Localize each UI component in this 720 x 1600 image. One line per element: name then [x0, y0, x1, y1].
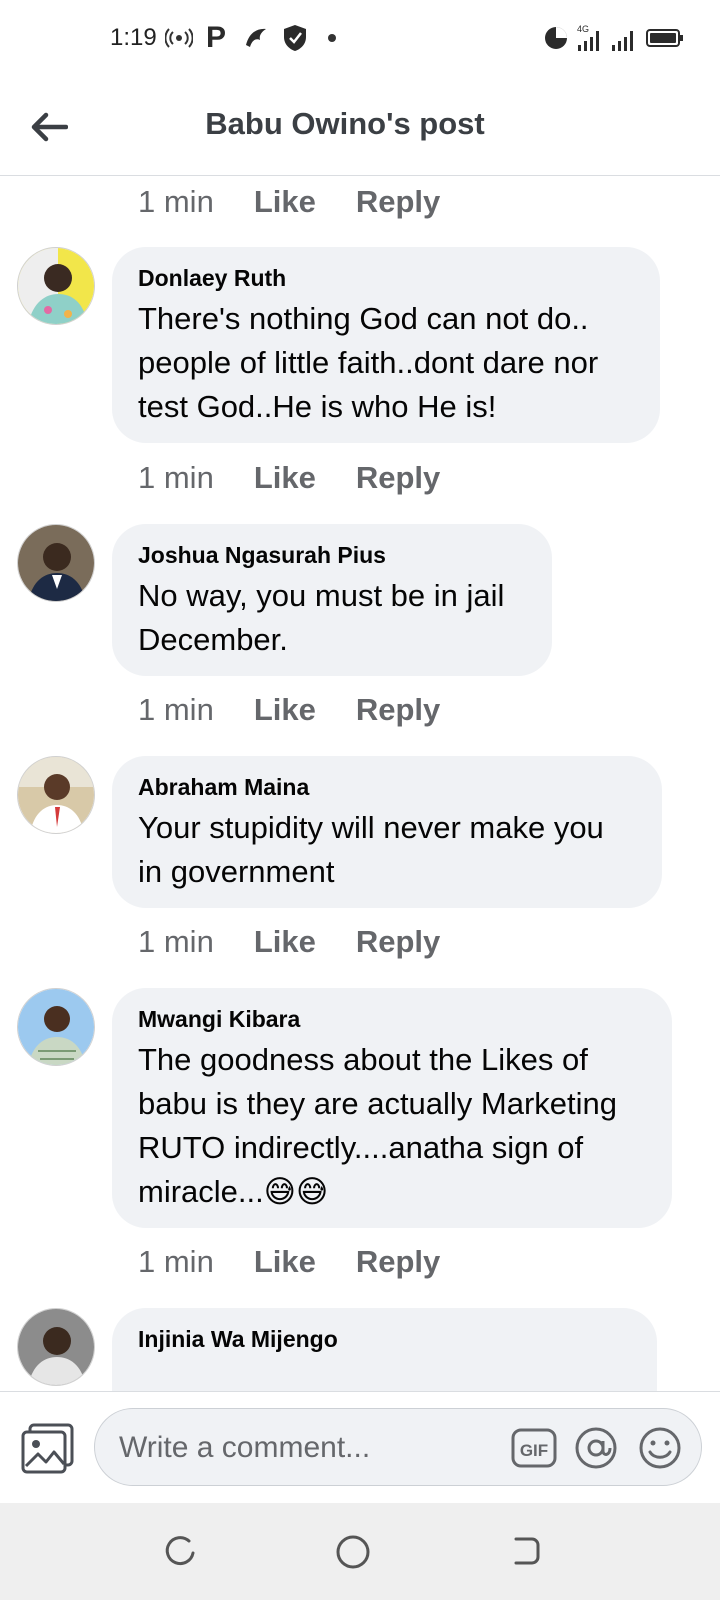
network-label: 4G — [577, 24, 589, 34]
comment-composer: Write a comment... GIF — [0, 1391, 720, 1503]
comments-feed[interactable]: 1 min Like Reply Donlaey Ruth There's no… — [0, 177, 720, 1391]
comment-bubble[interactable]: Joshua Ngasurah Pius No way, you must be… — [112, 524, 552, 676]
comment-text: There's nothing God can not do.. people … — [138, 301, 599, 424]
at-icon — [575, 1427, 617, 1469]
back-nav-icon — [514, 1537, 540, 1565]
avatar[interactable] — [17, 988, 95, 1066]
like-button[interactable]: Like — [254, 184, 316, 220]
comment-author[interactable]: Abraham Maina — [138, 772, 636, 802]
avatar[interactable] — [17, 247, 95, 325]
home-button[interactable] — [334, 1533, 374, 1573]
like-button[interactable]: Like — [254, 692, 316, 728]
comment-text: Your stupidity will never make you in go… — [138, 810, 604, 889]
reply-button[interactable]: Reply — [356, 460, 440, 496]
comment-author[interactable]: Mwangi Kibara — [138, 1004, 646, 1034]
reply-button[interactable]: Reply — [356, 1244, 440, 1280]
comment-time: 1 min — [138, 460, 214, 495]
recents-button[interactable] — [163, 1533, 203, 1573]
comment-bubble[interactable]: Donlaey Ruth There's nothing God can not… — [112, 247, 660, 443]
comment-author[interactable]: Donlaey Ruth — [138, 263, 634, 293]
comment-input[interactable]: Write a comment... GIF — [94, 1408, 702, 1486]
data-saver-icon — [543, 22, 569, 54]
p-app-icon: P — [206, 21, 227, 54]
comment-bubble[interactable]: Injinia Wa Mijengo — [112, 1308, 657, 1391]
comment-time: 1 min — [138, 184, 214, 219]
signal-icon: 4G — [576, 22, 606, 54]
like-button[interactable]: Like — [254, 924, 316, 960]
avatar[interactable] — [17, 524, 95, 602]
avatar[interactable] — [17, 1308, 95, 1386]
post-header: Babu Owino's post — [0, 80, 720, 176]
comment-time: 1 min — [138, 692, 214, 727]
like-button[interactable]: Like — [254, 460, 316, 496]
comment-actions: 1 min Like Reply — [138, 180, 440, 224]
comment-time: 1 min — [138, 1244, 214, 1279]
reply-button[interactable]: Reply — [356, 924, 440, 960]
comment-actions: 1 min Like Reply — [138, 1240, 440, 1284]
avatar[interactable] — [17, 756, 95, 834]
back-nav-button[interactable] — [508, 1533, 548, 1573]
comment-input-placeholder: Write a comment... — [119, 1431, 371, 1464]
comment-actions: 1 min Like Reply — [138, 456, 440, 500]
photo-button[interactable] — [20, 1422, 76, 1474]
comment-time: 1 min — [138, 924, 214, 959]
reply-button[interactable]: Reply — [356, 692, 440, 728]
hotspot-icon — [165, 22, 193, 54]
comment-text: The goodness about the Likes of babu is … — [138, 1042, 618, 1209]
comment-actions: 1 min Like Reply — [138, 920, 440, 964]
shield-icon — [282, 22, 308, 54]
gif-label: GIF — [520, 1441, 548, 1460]
system-nav-bar — [0, 1503, 720, 1600]
smiley-icon — [639, 1427, 681, 1469]
signal-icon-2 — [610, 22, 640, 54]
bird-app-icon — [242, 22, 270, 54]
status-time: 1:19 — [110, 24, 157, 51]
comment-text: No way, you must be in jail December. — [138, 578, 505, 657]
comment-author[interactable]: Joshua Ngasurah Pius — [138, 540, 526, 570]
page-title: Babu Owino's post — [205, 106, 485, 141]
reply-button[interactable]: Reply — [356, 184, 440, 220]
mention-button[interactable] — [573, 1425, 619, 1471]
emoji-button[interactable] — [637, 1425, 683, 1471]
status-bar: 1:19 P 4G — [0, 0, 720, 80]
like-button[interactable]: Like — [254, 1244, 316, 1280]
comment-bubble[interactable]: Mwangi Kibara The goodness about the Lik… — [112, 988, 672, 1228]
gif-icon: GIF — [511, 1428, 557, 1468]
recents-icon — [165, 1536, 195, 1566]
home-icon — [336, 1535, 370, 1569]
comment-bubble[interactable]: Abraham Maina Your stupidity will never … — [112, 756, 662, 908]
gif-button[interactable]: GIF — [511, 1425, 557, 1471]
photo-icon — [21, 1423, 74, 1474]
comment-author[interactable]: Injinia Wa Mijengo — [138, 1324, 631, 1354]
dot-icon — [326, 22, 338, 54]
battery-icon — [646, 22, 684, 54]
comment-actions: 1 min Like Reply — [138, 688, 440, 732]
